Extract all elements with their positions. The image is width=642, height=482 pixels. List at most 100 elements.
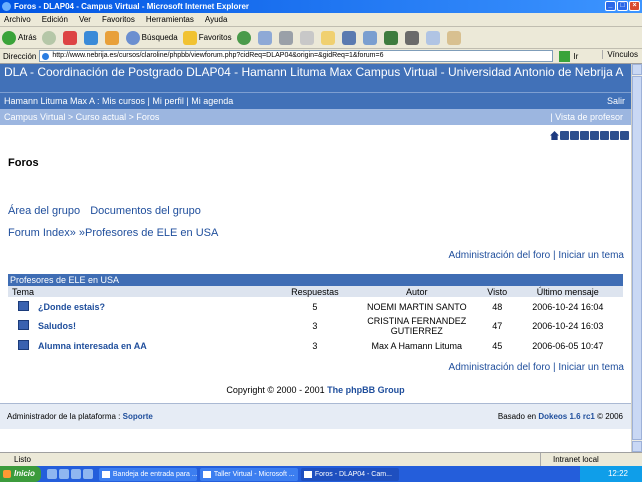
- phpbb-link[interactable]: The phpBB Group: [327, 385, 405, 395]
- clock: 12:22: [607, 469, 628, 478]
- stop-button[interactable]: [62, 30, 79, 45]
- topic-link[interactable]: Saludos!: [38, 316, 278, 336]
- copy-button[interactable]: [425, 30, 442, 45]
- mail-button[interactable]: [257, 30, 274, 45]
- last-post: 2006-10-24 16:04: [532, 301, 604, 312]
- print-icon: [278, 30, 293, 45]
- group-docs-link[interactable]: Documentos del grupo: [90, 205, 201, 217]
- go-label: Ir: [573, 51, 579, 61]
- zone-text: Intranet local: [540, 453, 599, 466]
- tool-button[interactable]: [362, 30, 379, 45]
- menu-favoritos[interactable]: Favoritos: [102, 15, 135, 24]
- scroll-up-icon[interactable]: [632, 64, 642, 75]
- back-button[interactable]: Atrás: [2, 30, 37, 45]
- scroll-thumb[interactable]: [632, 76, 642, 440]
- copy-icon: [425, 30, 440, 45]
- forward-button[interactable]: [41, 30, 58, 45]
- dokeos-link[interactable]: Dokeos 1.6 rc1: [538, 412, 594, 421]
- word-launch-icon[interactable]: [58, 469, 69, 479]
- user-links[interactable]: Hamann Lituma Max A : Mis cursos | Mi pe…: [4, 96, 233, 106]
- home-icon: [104, 30, 119, 45]
- home-button[interactable]: [104, 30, 121, 45]
- taskbar: Inicio Bandeja de entrada para ... Talle…: [0, 466, 642, 482]
- research-button[interactable]: [341, 30, 358, 45]
- edit-button[interactable]: [299, 30, 316, 45]
- forum-admin-links-bottom[interactable]: Administración del foro | Iniciar un tem…: [449, 362, 624, 373]
- go-arrow-icon: [559, 50, 571, 62]
- col-replies: Respuestas: [278, 286, 352, 297]
- chat-icon[interactable]: [620, 131, 629, 140]
- menu-edicion[interactable]: Edición: [42, 15, 68, 24]
- last-post: 2006-10-24 16:03: [532, 321, 604, 331]
- start-button[interactable]: Inicio: [0, 466, 41, 482]
- address-input[interactable]: http://www.nebrija.es/cursos/claroline/p…: [39, 50, 554, 62]
- refresh-icon: [83, 30, 98, 45]
- status-bar: Listo Intranet local: [0, 452, 642, 466]
- status-text: Listo: [14, 455, 31, 464]
- back-label: Atrás: [18, 33, 37, 42]
- forum-path[interactable]: Forum Index» »Profesores de ELE en USA: [8, 227, 218, 239]
- font-button[interactable]: [383, 30, 400, 45]
- cut-button[interactable]: [404, 30, 421, 45]
- support-link[interactable]: Soporte: [123, 412, 153, 421]
- folder-icon: [320, 30, 335, 45]
- address-label: Dirección: [3, 51, 37, 61]
- vertical-scrollbar[interactable]: [631, 64, 642, 452]
- messenger-button[interactable]: [320, 30, 337, 45]
- users-icon[interactable]: [610, 131, 619, 140]
- group-area-link[interactable]: Área del grupo: [8, 205, 80, 217]
- search-button[interactable]: Búsqueda: [125, 30, 178, 45]
- system-tray: 12:22: [579, 466, 642, 482]
- teacher-view-link[interactable]: | Vista de profesor: [550, 109, 623, 125]
- powered-label: Basado en: [497, 412, 537, 421]
- close-button[interactable]: ×: [629, 1, 640, 11]
- replies: 3: [312, 321, 318, 331]
- quick-launch: [46, 469, 93, 479]
- menu-archivo[interactable]: Archivo: [4, 15, 31, 24]
- window-titlebar: Foros - DLAP04 - Campus Virtual - Micros…: [0, 0, 642, 13]
- forum-admin-links-top[interactable]: Administración del foro | Iniciar un tem…: [449, 250, 624, 261]
- copyright-text: Copyright © 2000 - 2001: [226, 385, 325, 395]
- back-arrow-icon: [2, 30, 16, 45]
- maximize-button[interactable]: □: [617, 1, 628, 11]
- logout-link[interactable]: Salir: [607, 93, 625, 110]
- go-button[interactable]: Ir: [559, 50, 579, 62]
- tool-icon: [362, 30, 377, 45]
- topic-icon: [17, 300, 29, 311]
- topic-icon: [17, 320, 29, 330]
- topic-link[interactable]: ¿Donde estais?: [38, 297, 278, 316]
- breadcrumb[interactable]: Campus Virtual > Curso actual > Foros: [4, 112, 159, 122]
- menu-ayuda[interactable]: Ayuda: [205, 15, 228, 24]
- views: 45: [492, 340, 503, 351]
- course-icon[interactable]: [560, 131, 569, 140]
- minimize-button[interactable]: _: [605, 1, 616, 11]
- excel-launch-icon[interactable]: [70, 469, 81, 479]
- mail-icon[interactable]: [570, 131, 579, 140]
- paste-button[interactable]: [446, 30, 463, 45]
- table-row: Alumna interesada en AA 3 Max A Hamann L…: [8, 336, 623, 355]
- links-button[interactable]: Vínculos: [602, 50, 638, 59]
- ie-launch-icon[interactable]: [46, 469, 57, 479]
- user-bar: Hamann Lituma Max A : Mis cursos | Mi pe…: [0, 92, 631, 109]
- taskbar-item-taller[interactable]: Taller Virtual - Microsoft ...: [199, 467, 298, 481]
- forum-icon[interactable]: [600, 131, 609, 140]
- search-label: Búsqueda: [141, 33, 178, 42]
- menu-ver[interactable]: Ver: [79, 15, 91, 24]
- taskbar-item-mail[interactable]: Bandeja de entrada para ...: [98, 467, 197, 481]
- menu-herramientas[interactable]: Herramientas: [146, 15, 194, 24]
- edit-icon[interactable]: [590, 131, 599, 140]
- scroll-down-icon[interactable]: [632, 441, 642, 452]
- admin-label: Administrador de la plataforma :: [7, 412, 121, 421]
- media-launch-icon[interactable]: [82, 469, 93, 479]
- print-button[interactable]: [278, 30, 295, 45]
- docs-icon[interactable]: [580, 131, 589, 140]
- topic-link[interactable]: Alumna interesada en AA: [38, 336, 278, 355]
- taskbar-item-foros[interactable]: Foros - DLAP04 - Cam...: [300, 467, 399, 481]
- site-banner[interactable]: DLA - Coordinación de Postgrado DLAP04 -…: [0, 64, 631, 92]
- home-icon[interactable]: [550, 131, 559, 140]
- author: CRISTINA FERNANDEZ GUTIERREZ: [367, 316, 467, 336]
- refresh-button[interactable]: [83, 30, 100, 45]
- replies: 5: [312, 301, 318, 312]
- favorites-button[interactable]: Favoritos: [182, 30, 232, 45]
- history-button[interactable]: [236, 30, 253, 45]
